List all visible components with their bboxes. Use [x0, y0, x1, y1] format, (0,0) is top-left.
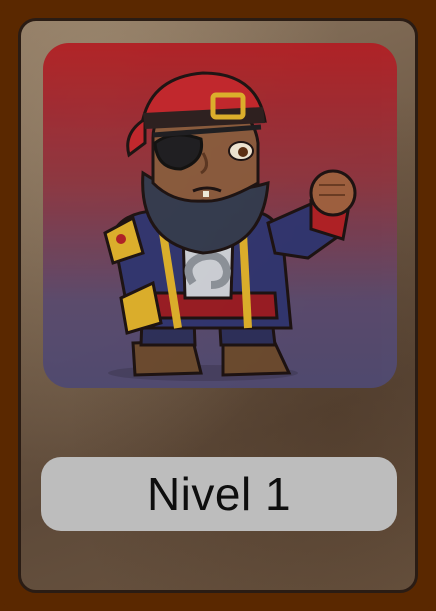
character-portrait — [43, 43, 397, 388]
level-card[interactable]: Nivel 1 — [0, 0, 436, 611]
level-label: Nivel 1 — [146, 468, 292, 520]
pirate-captain-icon — [103, 71, 357, 381]
card-parchment: Nivel 1 — [18, 18, 418, 593]
level-button[interactable]: Nivel 1 — [41, 457, 397, 531]
